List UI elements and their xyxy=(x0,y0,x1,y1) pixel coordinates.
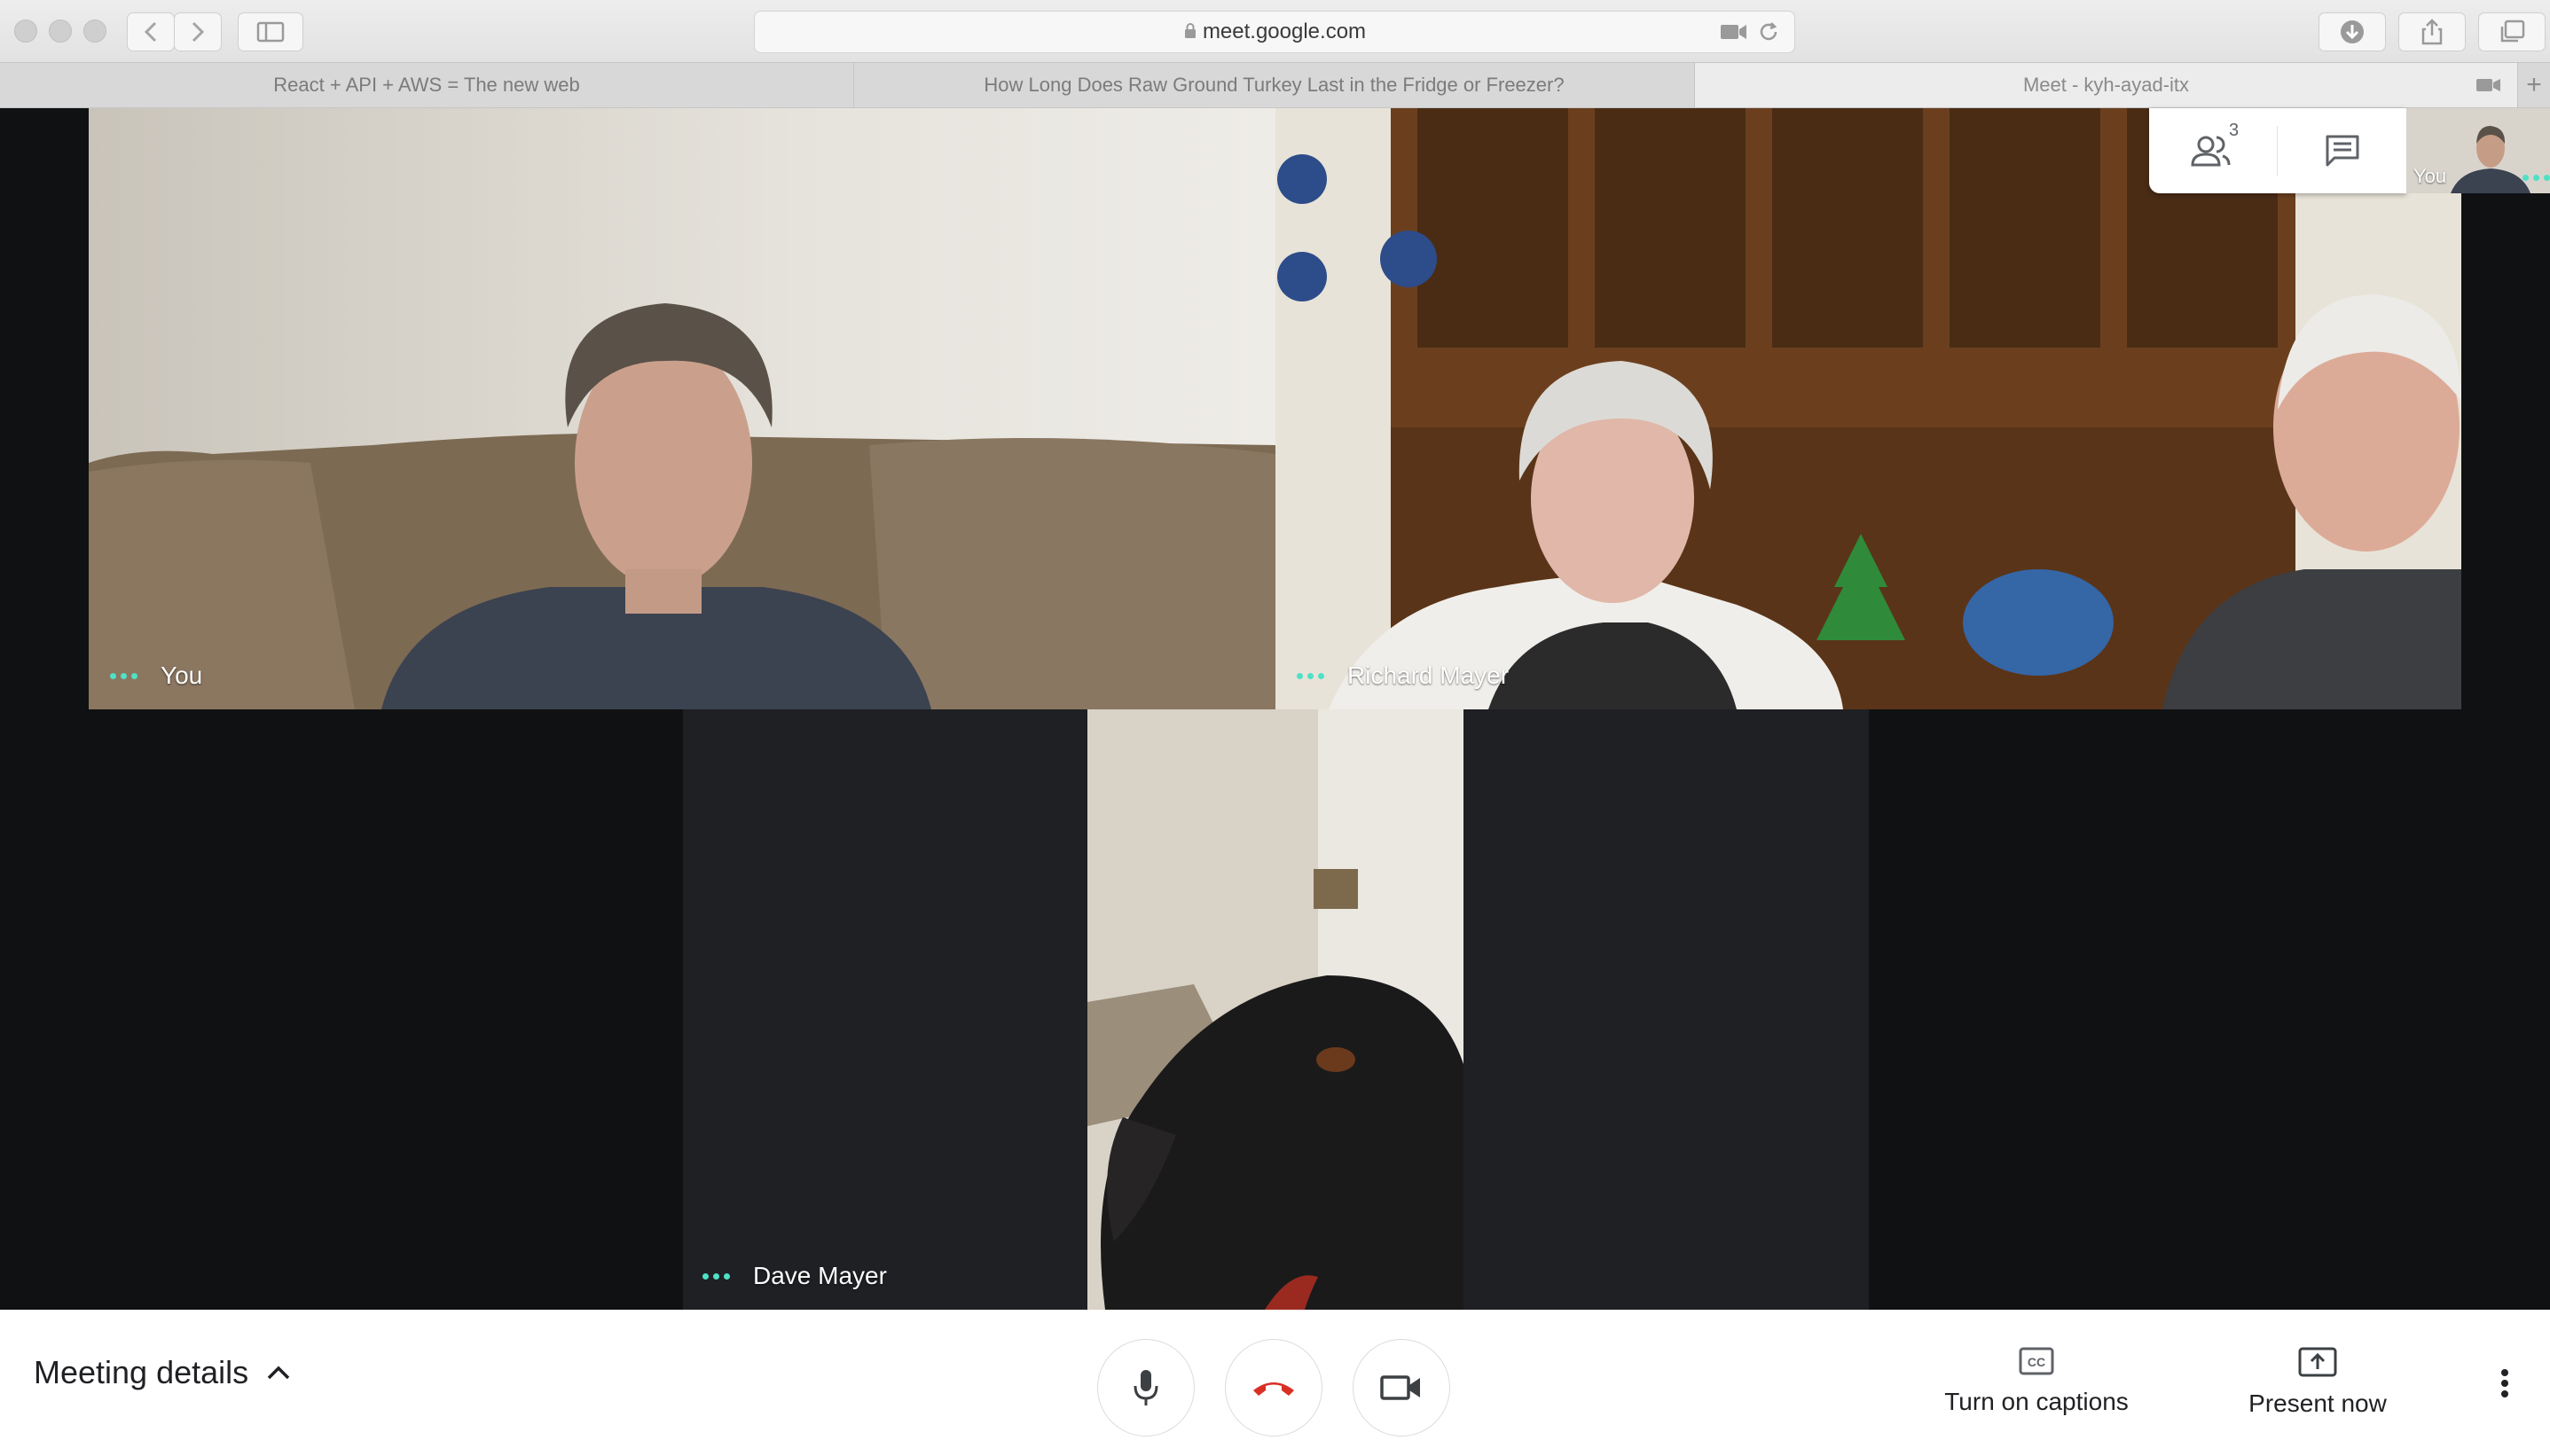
self-view-thumbnail[interactable]: You xyxy=(2406,108,2550,193)
new-tab-button[interactable]: + xyxy=(2518,63,2550,107)
participant-name: You xyxy=(161,661,203,689)
participant-name: Dave Mayer xyxy=(753,1262,887,1289)
lock-icon xyxy=(1184,23,1196,38)
camera-in-use-icon[interactable] xyxy=(1720,22,1748,42)
participant-label: Richard Mayer xyxy=(1297,661,1509,690)
captions-button[interactable]: CC Turn on captions xyxy=(1934,1347,2139,1416)
video-stage: You Richard Mayer Dave Mayer xyxy=(0,108,2550,1310)
present-screen-icon xyxy=(2298,1347,2337,1377)
svg-text:CC: CC xyxy=(2028,1355,2045,1369)
camera-in-use-icon xyxy=(2476,79,2500,91)
present-now-button[interactable]: Present now xyxy=(2235,1347,2400,1418)
self-view-label: You xyxy=(2413,165,2447,187)
share-icon xyxy=(2421,19,2443,45)
tab-overview-button[interactable] xyxy=(2478,12,2546,51)
forward-button[interactable] xyxy=(174,12,222,51)
minimize-window-button[interactable] xyxy=(49,20,72,43)
browser-toolbar: meet.google.com xyxy=(0,0,2550,62)
close-window-button[interactable] xyxy=(14,20,37,43)
participants-count: 3 xyxy=(2229,121,2240,140)
captions-label: Turn on captions xyxy=(1944,1388,2129,1415)
tab-meet[interactable]: Meet - kyh-ayad-itx xyxy=(1695,63,2518,107)
tab-bar: React + API + AWS = The new web How Long… xyxy=(0,62,2550,108)
meeting-details-button[interactable]: Meeting details xyxy=(34,1354,291,1391)
speaking-indicator-icon xyxy=(2523,175,2550,181)
reload-icon[interactable] xyxy=(1757,20,1780,43)
back-button[interactable] xyxy=(127,12,175,51)
video-feed xyxy=(89,108,1275,709)
participant-label: Dave Mayer xyxy=(702,1262,887,1290)
video-feed xyxy=(1275,108,2461,709)
microphone-icon xyxy=(1134,1370,1158,1405)
tabs-icon xyxy=(2500,20,2525,43)
tab-label: How Long Does Raw Ground Turkey Last in … xyxy=(984,74,1565,96)
tab-label: React + API + AWS = The new web xyxy=(273,74,580,96)
camera-button[interactable] xyxy=(1353,1339,1450,1436)
speaking-indicator-icon xyxy=(110,672,137,679)
tab-react-api-aws[interactable]: React + API + AWS = The new web xyxy=(0,63,854,107)
download-icon xyxy=(2341,20,2364,43)
present-now-label: Present now xyxy=(2248,1389,2387,1417)
hang-up-icon xyxy=(1253,1382,1294,1396)
chevron-right-icon xyxy=(192,21,205,43)
top-right-panel: 3 xyxy=(2149,108,2406,193)
speaking-indicator-icon xyxy=(1297,672,1324,679)
downloads-button[interactable] xyxy=(2319,12,2386,51)
video-tile-richard-mayer[interactable]: Richard Mayer xyxy=(1275,108,2461,709)
more-options-button[interactable] xyxy=(2487,1361,2523,1405)
chat-icon xyxy=(2326,135,2359,167)
more-vert-icon xyxy=(2501,1369,2508,1397)
video-tile-you[interactable]: You xyxy=(89,108,1275,709)
participant-label: You xyxy=(110,661,202,690)
chevron-up-icon xyxy=(267,1366,290,1380)
microphone-button[interactable] xyxy=(1097,1339,1195,1436)
video-feed xyxy=(1087,709,1463,1310)
plus-icon: + xyxy=(2526,70,2542,99)
participants-button[interactable]: 3 xyxy=(2149,108,2277,193)
share-button[interactable] xyxy=(2398,12,2466,51)
tab-ground-turkey[interactable]: How Long Does Raw Ground Turkey Last in … xyxy=(854,63,1695,107)
url-display[interactable]: meet.google.com xyxy=(755,12,1794,52)
video-tile-dave-mayer[interactable]: Dave Mayer xyxy=(683,709,1869,1310)
closed-captions-icon: CC xyxy=(2019,1347,2054,1375)
address-bar[interactable]: meet.google.com xyxy=(754,11,1795,53)
divider xyxy=(2277,126,2278,176)
video-camera-icon xyxy=(1380,1375,1420,1400)
participant-name: Richard Mayer xyxy=(1347,661,1510,689)
chevron-left-icon xyxy=(144,21,157,43)
meeting-details-label: Meeting details xyxy=(34,1354,249,1390)
zoom-window-button[interactable] xyxy=(83,20,106,43)
speaking-indicator-icon xyxy=(702,1272,730,1280)
url-text: meet.google.com xyxy=(1202,20,1367,43)
sidebar-icon xyxy=(256,21,285,43)
meeting-controls-bar: Meeting details CC Turn on captions Pres… xyxy=(0,1310,2550,1456)
sidebar-toggle-button[interactable] xyxy=(238,12,303,51)
tab-label: Meet - kyh-ayad-itx xyxy=(2022,74,2190,96)
chat-button[interactable] xyxy=(2279,108,2406,193)
leave-call-button[interactable] xyxy=(1225,1339,1322,1436)
